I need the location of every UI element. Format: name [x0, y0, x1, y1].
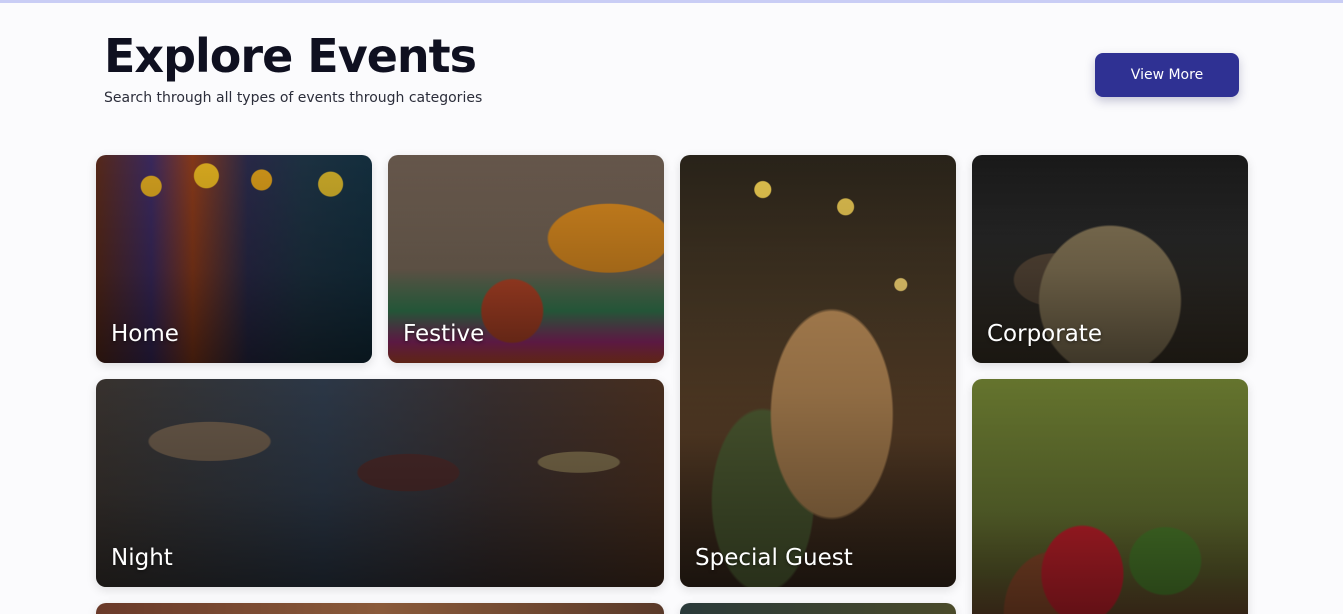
category-card-home[interactable]: Home: [96, 155, 372, 363]
category-label: Special Guest: [695, 545, 853, 571]
category-label: Corporate: [987, 321, 1102, 347]
category-label: Festive: [403, 321, 485, 347]
category-card-night[interactable]: Night: [96, 379, 664, 587]
page-title: Explore Events: [104, 29, 477, 83]
category-card-special-guest[interactable]: Special Guest: [680, 155, 956, 587]
view-more-button[interactable]: View More: [1095, 53, 1239, 97]
card-overlay: [96, 379, 664, 587]
category-card-wedding[interactable]: [972, 379, 1248, 614]
card-overlay: [972, 379, 1248, 614]
category-card-festive[interactable]: Festive: [388, 155, 664, 363]
page-header: Explore Events Search through all types …: [104, 30, 804, 106]
card-overlay: [680, 155, 956, 587]
category-label: Home: [111, 321, 179, 347]
category-label: Night: [111, 545, 173, 571]
page-subtitle: Search through all types of events throu…: [104, 90, 483, 106]
category-card-partial[interactable]: [680, 603, 956, 614]
category-card-corporate[interactable]: Corporate: [972, 155, 1248, 363]
top-accent-line: [0, 0, 1343, 3]
category-card-partial[interactable]: [96, 603, 664, 614]
